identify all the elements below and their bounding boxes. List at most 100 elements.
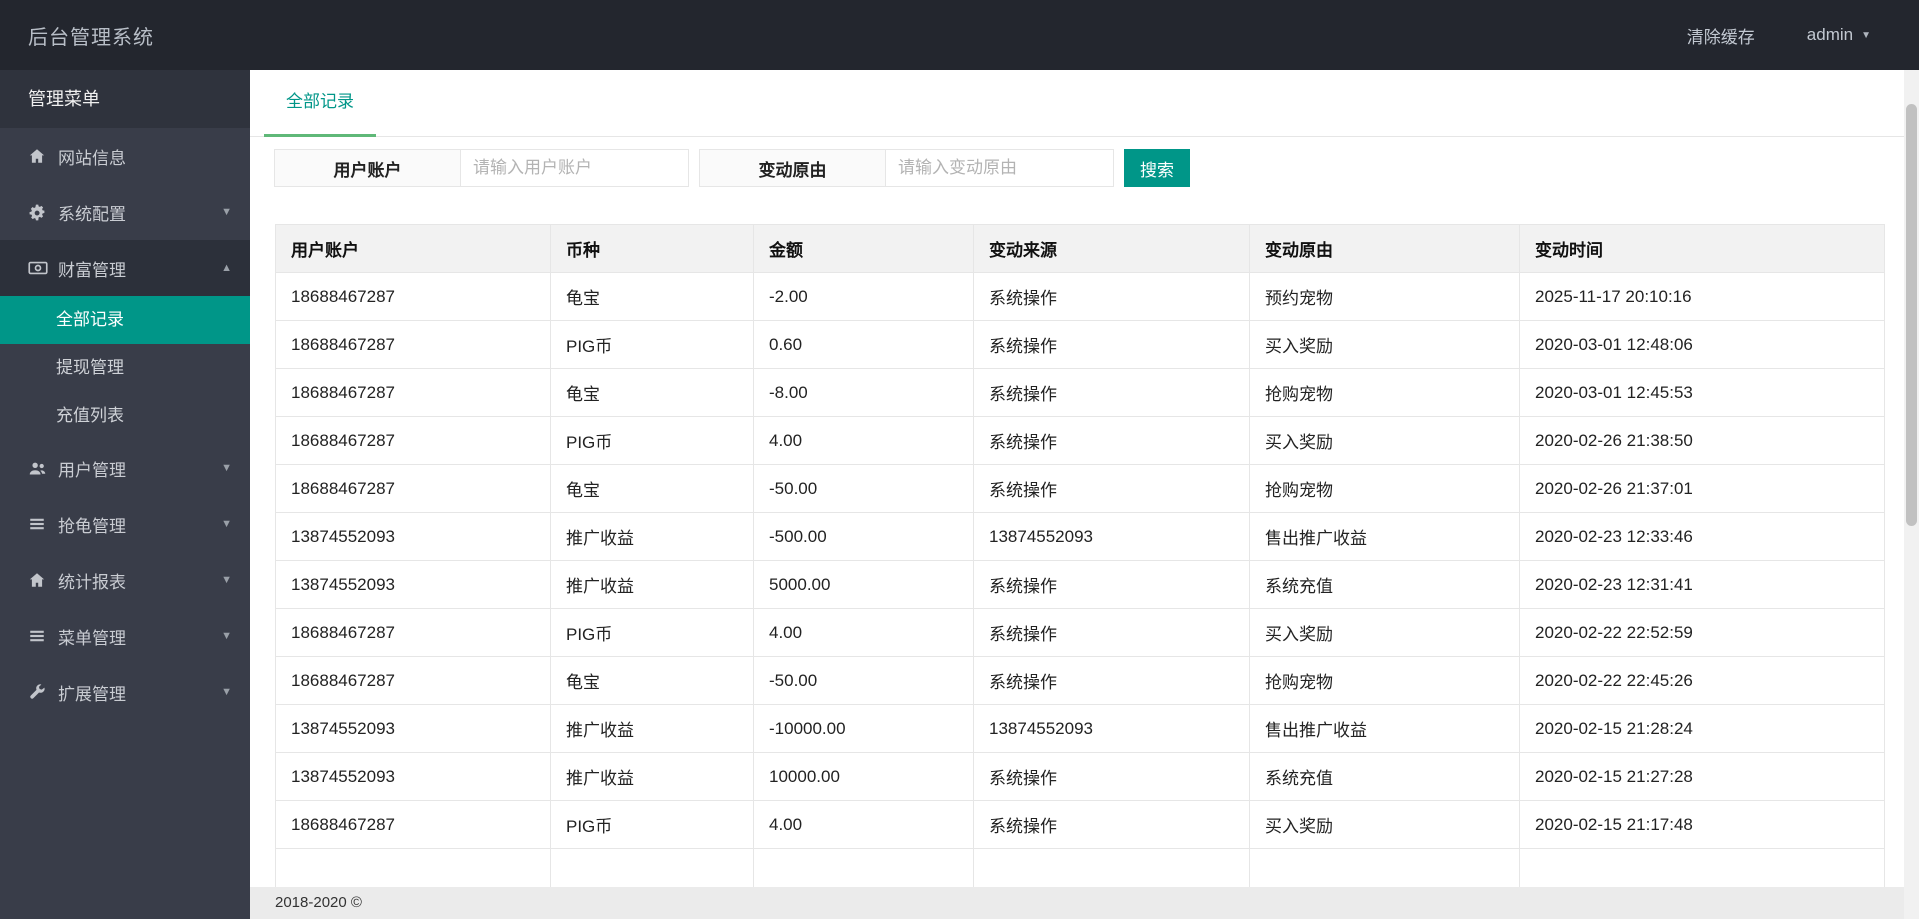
user-menu[interactable]: admin ▼ [1807, 25, 1871, 45]
filter-group-reason: 变动原由 [699, 149, 1114, 187]
sidebar-item-label: 统计报表 [58, 572, 126, 592]
vertical-scrollbar [1904, 70, 1919, 919]
reason-filter-input[interactable] [886, 149, 1114, 187]
sidebar-subitem[interactable]: 提现管理 [0, 344, 250, 392]
table-cell: 龟宝 [550, 368, 754, 417]
caret-up-icon: ▲ [221, 262, 232, 274]
table-cell: 系统操作 [973, 368, 1250, 417]
table-cell: -8.00 [753, 368, 974, 417]
table-cell: 2020-02-26 21:37:01 [1519, 464, 1885, 513]
search-button[interactable]: 搜索 [1124, 149, 1190, 187]
table-row: 13874552093 推广收益 -10000.00 13874552093 售出推广收… [275, 704, 1885, 753]
sidebar-item-label: 网站信息 [58, 148, 126, 168]
table-cell: 13874552093 [275, 512, 551, 561]
table-cell: -10000.00 [753, 704, 974, 753]
table-cell: 4.00 [753, 416, 974, 465]
table-cell: 18688467287 [275, 416, 551, 465]
table-cell: 系统操作 [973, 656, 1250, 705]
account-filter-input[interactable] [461, 149, 689, 187]
reason-filter-label: 变动原由 [699, 149, 886, 187]
table-cell: 13874552093 [275, 752, 551, 801]
table-cell: 13874552093 [275, 704, 551, 753]
column-header: 变动原由 [1249, 224, 1520, 273]
sidebar-item-label: 用户管理 [58, 460, 126, 480]
copyright-text: 2018-2020 © [275, 894, 362, 911]
caret-down-icon: ▼ [221, 518, 232, 530]
table-row: 18688467287 PIG币 4.00 系统操作 买入奖励 2020-02-15 21… [275, 800, 1885, 849]
table-cell: 系统操作 [973, 464, 1250, 513]
topbar-right: 清除缓存 admin ▼ [1687, 0, 1871, 70]
table-cell: 买入奖励 [1249, 320, 1520, 369]
table-cell: 2020-03-01 12:48:06 [1519, 320, 1885, 369]
sidebar-item-label: 系统配置 [58, 204, 126, 224]
table-cell: 18688467287 [275, 368, 551, 417]
table-cell: 售出推广收益 [1249, 512, 1520, 561]
sidebar-item-label: 抢龟管理 [58, 516, 126, 536]
table-cell: -50.00 [753, 656, 974, 705]
sidebar-item-3[interactable]: 用户管理 ▼ [0, 440, 250, 496]
table-cell: 买入奖励 [1249, 608, 1520, 657]
caret-down-icon: ▼ [221, 206, 232, 218]
wrench-icon [28, 683, 58, 701]
money-icon [28, 258, 58, 278]
scrollbar-thumb[interactable] [1906, 104, 1917, 526]
table-cell: 4.00 [753, 800, 974, 849]
table-cell: 系统操作 [973, 272, 1250, 321]
sidebar-item-1[interactable]: 系统配置 ▼ [0, 184, 250, 240]
records-table: 用户账户 币种 金额 变动来源 变动原由 变动时间 18688467287 龟宝 -2.00 系… [275, 224, 1885, 897]
column-header: 用户账户 [275, 224, 551, 273]
table-header-row: 用户账户 币种 金额 变动来源 变动原由 变动时间 [275, 224, 1885, 273]
gears-icon [28, 203, 58, 222]
chevron-down-icon: ▼ [1861, 29, 1871, 41]
page-footer: 2018-2020 © [250, 887, 1919, 919]
clear-cache-link[interactable]: 清除缓存 [1687, 23, 1755, 48]
main-content: 全部记录 用户账户 变动原由 搜索 用户账户币种金额变动来源变动原由变动时间 1… [250, 70, 1919, 919]
sidebar-item-5[interactable]: 统计报表 ▼ [0, 552, 250, 608]
table-cell: 18688467287 [275, 320, 551, 369]
table-cell: PIG币 [550, 800, 754, 849]
table-cell: 龟宝 [550, 272, 754, 321]
sidebar-item-7[interactable]: 扩展管理 ▼ [0, 664, 250, 720]
users-icon [28, 459, 58, 478]
table-cell: 龟宝 [550, 464, 754, 513]
table-cell: 2020-02-23 12:33:46 [1519, 512, 1885, 561]
table-cell: 18688467287 [275, 272, 551, 321]
sidebar-subitem[interactable]: 充值列表 [0, 392, 250, 440]
table-cell: 2020-03-01 12:45:53 [1519, 368, 1885, 417]
sidebar-subitem-active[interactable]: 全部记录 [0, 296, 250, 344]
table-cell: 2020-02-26 21:38:50 [1519, 416, 1885, 465]
table-cell: 买入奖励 [1249, 416, 1520, 465]
home-icon [28, 571, 58, 589]
sidebar-item-label: 财富管理 [58, 260, 126, 280]
table-cell: 推广收益 [550, 560, 754, 609]
table-cell: 2020-02-23 12:31:41 [1519, 560, 1885, 609]
table-cell: -2.00 [753, 272, 974, 321]
sidebar-item-4[interactable]: 抢龟管理 ▼ [0, 496, 250, 552]
table-cell: 10000.00 [753, 752, 974, 801]
table-row: 18688467287 PIG币 4.00 系统操作 买入奖励 2020-02-22 22… [275, 608, 1885, 657]
sidebar-menu: 网站信息 系统配置 ▼ 财富管理 ▲ 全部记录 提现管理 充值列表 用户管理 ▼ 抢龟管理 ▼ 统计报表… [0, 128, 250, 720]
table-cell: 5000.00 [753, 560, 974, 609]
sidebar-item-0[interactable]: 网站信息 [0, 128, 250, 184]
table-row: 13874552093 推广收益 -500.00 13874552093 售出推广收益 2… [275, 512, 1885, 561]
table-cell: 系统操作 [973, 320, 1250, 369]
sidebar-item-2[interactable]: 财富管理 ▲ [0, 240, 250, 296]
tab-bar: 全部记录 [250, 70, 1919, 137]
app-title: 后台管理系统 [28, 26, 154, 49]
table-cell: 13874552093 [973, 704, 1250, 753]
table-cell: 买入奖励 [1249, 800, 1520, 849]
table-row: 18688467287 龟宝 -50.00 系统操作 抢购宠物 2020-02-26 21… [275, 464, 1885, 513]
table-cell: 2020-02-22 22:52:59 [1519, 608, 1885, 657]
table-cell: 13874552093 [973, 512, 1250, 561]
table-cell: 抢购宠物 [1249, 656, 1520, 705]
sidebar-item-6[interactable]: 菜单管理 ▼ [0, 608, 250, 664]
table-cell: 18688467287 [275, 800, 551, 849]
table-cell: 系统操作 [973, 608, 1250, 657]
home-icon [28, 147, 58, 165]
tab-all-records[interactable]: 全部记录 [264, 70, 376, 137]
sidebar-submenu: 全部记录 提现管理 充值列表 [0, 296, 250, 440]
table-row: 18688467287 龟宝 -8.00 系统操作 抢购宠物 2020-03-01 12:… [275, 368, 1885, 417]
table-cell: 抢购宠物 [1249, 368, 1520, 417]
top-header-bar: 后台管理系统 清除缓存 admin ▼ [0, 0, 1919, 70]
column-header: 变动时间 [1519, 224, 1885, 273]
